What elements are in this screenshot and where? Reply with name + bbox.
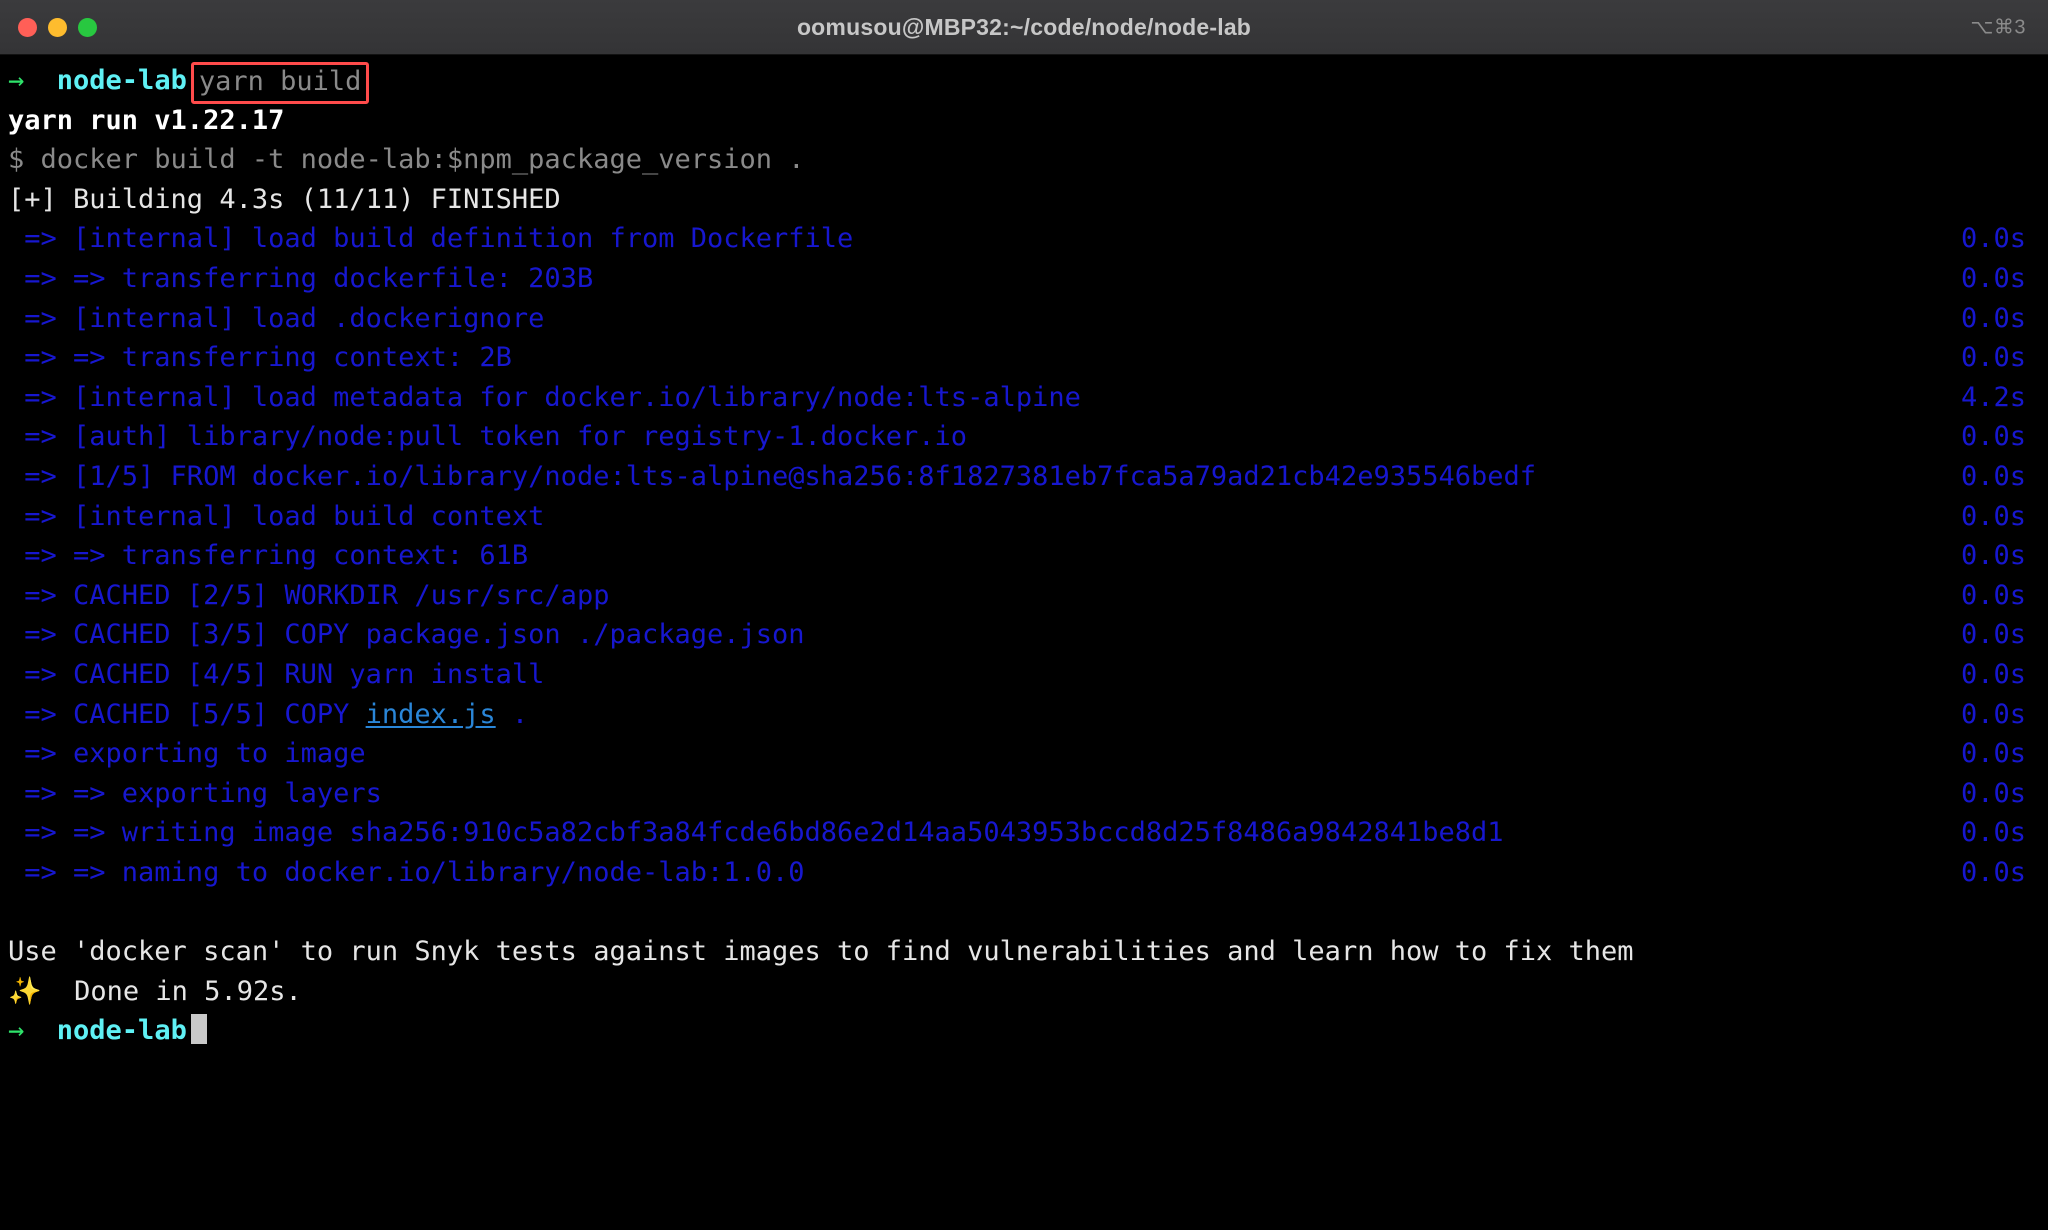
build-step-row: => => transferring dockerfile: 203B 0.0s <box>0 259 2048 299</box>
build-step-text: => [internal] load .dockerignore <box>8 302 545 334</box>
snyk-message-text: Use 'docker scan' to run Snyk tests agai… <box>8 936 1634 968</box>
build-step-text: => CACHED [4/5] RUN yarn install <box>8 658 545 690</box>
build-step-row: => => writing image sha256:910c5a82cbf3a… <box>0 813 2048 853</box>
build-step-text: => [auth] library/node:pull token for re… <box>8 421 968 453</box>
build-step-time: 0.0s <box>1960 421 2026 453</box>
build-step-text-after: . <box>495 698 529 730</box>
build-step-time: 0.0s <box>1960 698 2026 730</box>
build-step-text: => => naming to docker.io/library/node-l… <box>8 856 805 888</box>
build-step-row: => CACHED [3/5] COPY package.json ./pack… <box>0 615 2048 655</box>
build-step-row: => [internal] load metadata for docker.i… <box>0 378 2048 418</box>
prompt-directory: node-lab <box>56 1015 187 1047</box>
build-step-time: 0.0s <box>1960 817 2026 849</box>
build-step-text: => [internal] load build context <box>8 500 545 532</box>
index-js-file-link[interactable]: index.js <box>366 699 496 730</box>
build-step-row: => [internal] load build context 0.0s <box>0 497 2048 537</box>
build-step-time: 4.2s <box>1960 381 2026 413</box>
build-step-text: => => transferring context: 2B <box>8 342 512 374</box>
build-step-text: => CACHED [3/5] COPY package.json ./pack… <box>8 619 805 651</box>
snyk-message-line: Use 'docker scan' to run Snyk tests agai… <box>0 932 2048 972</box>
docker-command-line: $ docker build -t node-lab:$npm_package_… <box>0 140 2048 180</box>
prompt-arrow-icon: → <box>8 65 25 96</box>
build-step-row: => => transferring context: 61B 0.0s <box>0 536 2048 576</box>
build-step-time: 0.0s <box>1960 460 2026 492</box>
build-step-time: 0.0s <box>1960 540 2026 572</box>
build-step-row: => [1/5] FROM docker.io/library/node:lts… <box>0 457 2048 497</box>
minimize-button[interactable] <box>48 17 67 37</box>
done-message-text: Done in 5.92s. <box>74 975 302 1007</box>
build-step-time: 0.0s <box>1960 777 2026 809</box>
build-step-time: 0.0s <box>1960 579 2026 611</box>
build-step-row: => CACHED [4/5] RUN yarn install 0.0s <box>0 655 2048 695</box>
build-step-time: 0.0s <box>1960 658 2026 690</box>
build-step-row: => exporting to image 0.0s <box>0 734 2048 774</box>
done-message-line: ✨ Done in 5.92s. <box>0 972 2048 1012</box>
keyboard-shortcut-indicator: ⌥⌘3 <box>1970 16 2026 39</box>
close-button[interactable] <box>18 17 37 37</box>
text-cursor[interactable] <box>190 1014 207 1045</box>
build-step-time: 0.0s <box>1960 738 2026 770</box>
build-step-text: => => exporting layers <box>8 777 382 809</box>
title-bar[interactable]: oomusou@MBP32:~/code/node/node-lab ⌥⌘3 <box>0 0 2048 55</box>
yarn-version-line: yarn run v1.22.17 <box>0 101 2048 141</box>
prompt-arrow-icon: → <box>8 1015 25 1047</box>
build-step-text: => [1/5] FROM docker.io/library/node:lts… <box>8 460 1537 492</box>
command-prompt-line: → node-lab yarn build <box>0 61 2048 104</box>
build-step-time: 0.0s <box>1960 342 2026 374</box>
build-step-row: => [internal] load build definition from… <box>0 219 2048 259</box>
final-prompt-line[interactable]: → node-lab <box>0 1011 2048 1051</box>
build-step-text: => exporting to image <box>8 738 366 770</box>
build-step-row: => => naming to docker.io/library/node-l… <box>0 853 2048 893</box>
building-header-text: [+] Building 4.3s (11/11) FINISHED <box>8 183 561 215</box>
build-step-time: 0.0s <box>1960 619 2026 651</box>
building-header-line: [+] Building 4.3s (11/11) FINISHED <box>0 180 2048 220</box>
terminal-window: oomusou@MBP32:~/code/node/node-lab ⌥⌘3 →… <box>0 0 2048 1230</box>
build-step-time: 0.0s <box>1960 856 2026 888</box>
build-step-row: => => exporting layers 0.0s <box>0 774 2048 814</box>
build-step-time: 0.0s <box>1960 302 2026 334</box>
build-step-row: => => transferring context: 2B 0.0s <box>0 338 2048 378</box>
maximize-button[interactable] <box>78 17 97 37</box>
build-step-time: 0.0s <box>1960 500 2026 532</box>
build-step-row: => [internal] load .dockerignore 0.0s <box>0 299 2048 339</box>
build-step-time: 0.0s <box>1960 223 2026 255</box>
prompt-directory: node-lab <box>56 65 187 96</box>
typed-command-highlight[interactable]: yarn build <box>190 62 370 104</box>
build-step-text: => [internal] load build definition from… <box>8 223 854 255</box>
build-step-time: 0.0s <box>1960 262 2026 294</box>
build-step-text: => => transferring context: 61B <box>8 540 529 572</box>
build-step-text: => CACHED [2/5] WORKDIR /usr/src/app <box>8 579 610 611</box>
build-step-row-with-link: => CACHED [5/5] COPY index.js . 0.0s <box>0 695 2048 735</box>
yarn-version-text: yarn run v1.22.17 <box>8 104 285 136</box>
window-controls <box>0 17 97 37</box>
window-title: oomusou@MBP32:~/code/node/node-lab <box>796 13 1252 40</box>
docker-command-text: $ docker build -t node-lab:$npm_package_… <box>8 144 805 176</box>
build-step-row: => CACHED [2/5] WORKDIR /usr/src/app 0.0s <box>0 576 2048 616</box>
build-step-text: => => transferring dockerfile: 203B <box>8 262 594 294</box>
build-step-text: => CACHED [5/5] COPY <box>8 698 366 730</box>
sparkles-icon: ✨ <box>8 975 42 1007</box>
build-step-text: => => writing image sha256:910c5a82cbf3a… <box>8 817 1504 849</box>
build-step-text: => [internal] load metadata for docker.i… <box>8 381 1081 413</box>
build-step-row: => [auth] library/node:pull token for re… <box>0 417 2048 457</box>
terminal-output[interactable]: → node-lab yarn build yarn run v1.22.17 $… <box>0 55 2048 1230</box>
